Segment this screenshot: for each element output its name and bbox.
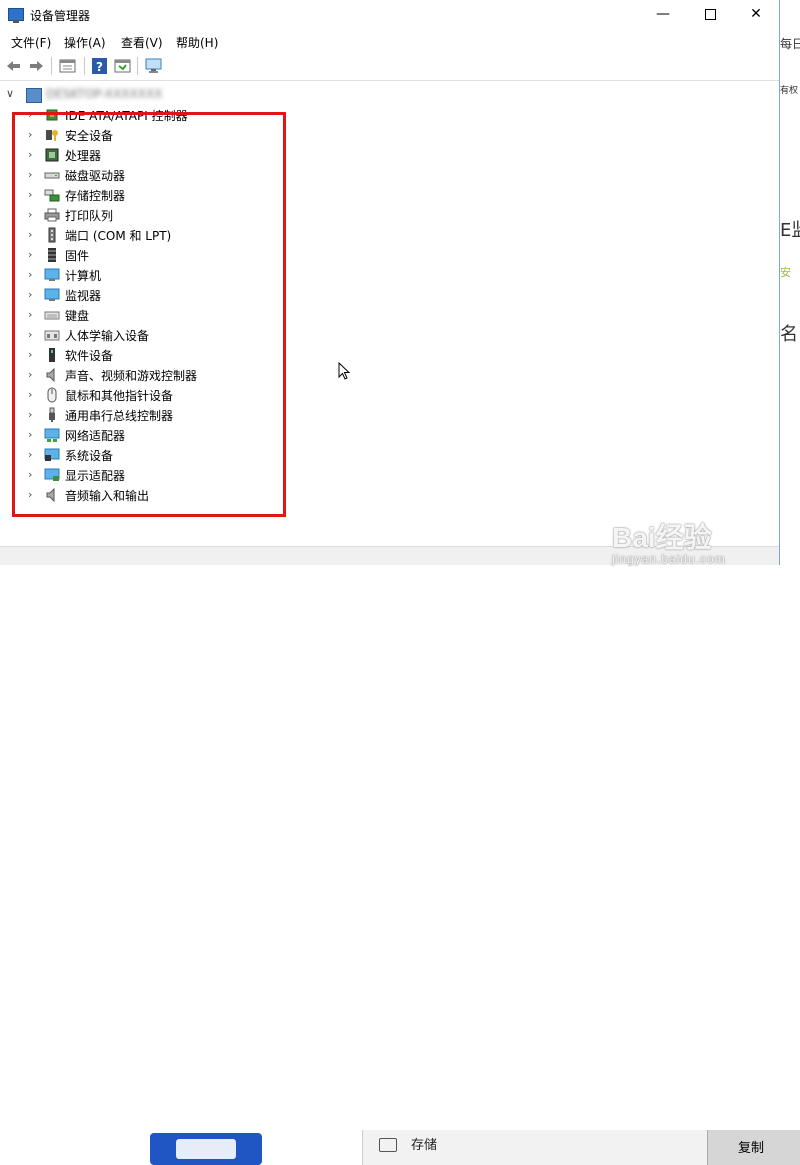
close-button[interactable]: ✕ xyxy=(733,0,779,30)
copy-label: 复制 xyxy=(738,1141,765,1156)
device-manager-app-icon xyxy=(8,8,24,23)
menu-action[interactable]: 操作(A) xyxy=(64,34,106,51)
mouse-cursor-icon xyxy=(338,362,350,380)
background-storage-panel[interactable]: 存储 xyxy=(362,1130,708,1165)
svg-text:?: ? xyxy=(96,60,103,74)
copy-button[interactable]: 复制 xyxy=(707,1130,800,1165)
bg-text-fragment: 每日 xyxy=(780,37,800,51)
toolbar: ? xyxy=(0,52,779,81)
menu-help[interactable]: 帮助(H) xyxy=(176,34,218,51)
update-icon[interactable] xyxy=(114,58,131,74)
properties-icon[interactable] xyxy=(59,58,76,74)
storage-icon xyxy=(379,1138,397,1152)
computer-icon xyxy=(26,88,42,103)
watermark: Bai经验 jingyan.baidu.com xyxy=(612,516,726,566)
toolbar-separator xyxy=(51,57,52,75)
monitor-icon[interactable] xyxy=(145,58,162,74)
toolbar-separator xyxy=(84,57,85,75)
menu-file[interactable]: 文件(F) xyxy=(11,34,51,51)
menu-bar: 文件(F) 操作(A) 查看(V) 帮助(H) xyxy=(0,30,779,52)
maximize-button[interactable] xyxy=(687,0,733,30)
bg-text-fragment: 安 xyxy=(780,266,791,279)
bg-text-fragment: 名 xyxy=(780,324,798,345)
background-blue-button xyxy=(150,1133,262,1165)
bg-text-fragment: E监 xyxy=(780,220,800,241)
back-icon[interactable] xyxy=(5,58,22,74)
collapse-chevron-icon[interactable]: ∨ xyxy=(6,87,14,100)
background-app-edge: 每日 有权 E监 安 名 xyxy=(780,0,800,600)
forward-icon[interactable] xyxy=(28,58,45,74)
maximize-icon xyxy=(704,8,716,20)
highlight-annotation-box xyxy=(12,112,286,517)
toolbar-separator xyxy=(137,57,138,75)
minimize-button[interactable]: — xyxy=(640,0,686,30)
background-app-bottom: 存储 复制 xyxy=(0,565,800,1165)
storage-label: 存储 xyxy=(411,1138,438,1153)
computer-name-label: DESKTOP-XXXXXXX xyxy=(46,87,163,101)
menu-view[interactable]: 查看(V) xyxy=(121,34,163,51)
watermark-url: jingyan.baidu.com xyxy=(612,552,726,566)
window-title: 设备管理器 xyxy=(30,9,91,23)
title-bar[interactable]: 设备管理器 — ✕ xyxy=(0,0,779,30)
bg-text-fragment: 有权 xyxy=(780,86,799,96)
watermark-logo-text: Bai经验 xyxy=(612,522,712,553)
help-icon[interactable]: ? xyxy=(91,58,108,74)
